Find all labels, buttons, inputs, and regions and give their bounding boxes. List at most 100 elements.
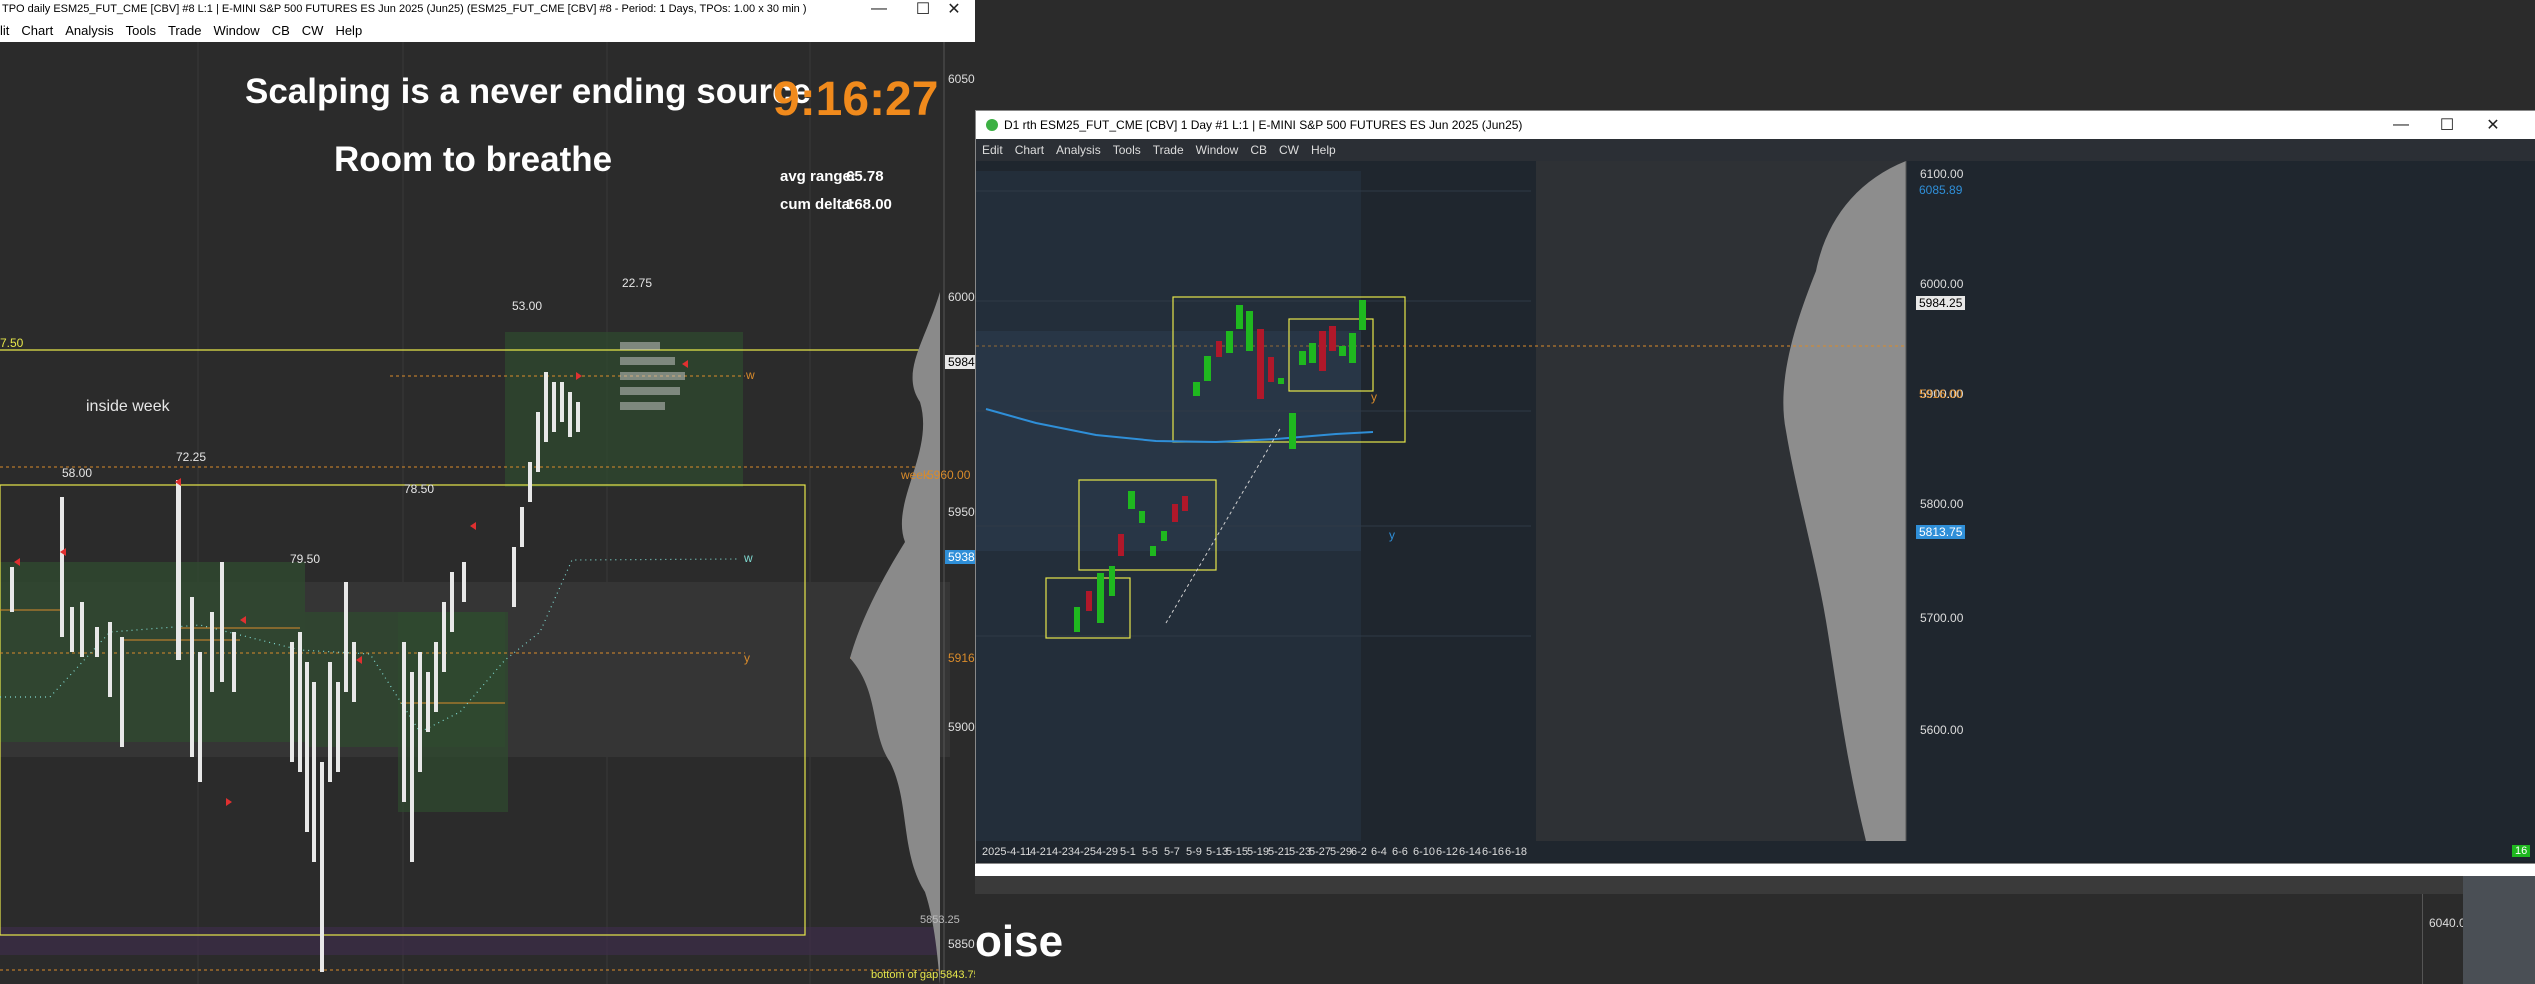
- range-label-53: 53.00: [512, 299, 543, 313]
- d1-minimize-button[interactable]: —: [2378, 111, 2424, 139]
- d1-blue-level-tag: 5813.75: [1916, 525, 1966, 539]
- background-chart-window: 6040.00 oise: [975, 862, 2535, 984]
- x-tick: 4-21: [1030, 846, 1053, 858]
- x-tick: 5-5: [1142, 846, 1158, 858]
- d1-price-tick-6100: 6100.00: [1920, 167, 1964, 181]
- d1-x-axis: 2025-4-11 4-21 4-23 4-25 4-29 5-1 5-5 5-…: [976, 844, 2535, 862]
- x-tick: 6-10: [1413, 846, 1436, 858]
- menu-window[interactable]: Window: [213, 23, 259, 38]
- d1-titlebar[interactable]: D1 rth ESM25_FUT_CME [CBV] 1 Day #1 L:1 …: [976, 111, 2535, 139]
- d1-chart-canvas[interactable]: [976, 161, 2535, 861]
- x-tick: 6-12: [1436, 846, 1459, 858]
- range-label-78: 78.50: [404, 482, 435, 496]
- tpo-window-title: TPO daily ESM25_FUT_CME [CBV] #8 L:1 | E…: [2, 3, 807, 15]
- tpo-titlebar[interactable]: TPO daily ESM25_FUT_CME [CBV] #8 L:1 | E…: [0, 0, 975, 18]
- avg-range-label: avg range:: [780, 168, 856, 185]
- current-price-tag: 5984.25: [945, 355, 975, 369]
- x-tick: 5-9: [1186, 846, 1202, 858]
- menu-tools[interactable]: Tools: [126, 23, 156, 38]
- range-label-58: 58.00: [62, 466, 93, 480]
- background-right-panel: [2463, 876, 2535, 984]
- x-tick: 5-19: [1247, 846, 1270, 858]
- d1-maximize-button[interactable]: ☐: [2424, 111, 2470, 139]
- d1-menu-trade[interactable]: Trade: [1153, 143, 1184, 157]
- price-tick-6000: 6000.00: [948, 290, 975, 304]
- d1-menu-analysis[interactable]: Analysis: [1056, 143, 1101, 157]
- x-tick: 5-13: [1206, 846, 1229, 858]
- d1-menu-tools[interactable]: Tools: [1113, 143, 1141, 157]
- tpo-window: TPO daily ESM25_FUT_CME [CBV] #8 L:1 | E…: [0, 0, 975, 984]
- corner-badge: 16: [2512, 845, 2531, 857]
- d1-menu-help[interactable]: Help: [1311, 143, 1336, 157]
- x-tick: 6-4: [1371, 846, 1387, 858]
- tpo-menubar: lit Chart Analysis Tools Trade Window CB…: [0, 18, 975, 42]
- gap-label: bottom of gap: [871, 969, 939, 981]
- price-tick-6050: 6050.00: [948, 72, 975, 86]
- d1-line-mark-y2: y: [1389, 528, 1395, 542]
- cum-delta-label: cum delta:: [780, 196, 856, 213]
- d1-menu-window[interactable]: Window: [1196, 143, 1239, 157]
- menu-cb[interactable]: CB: [272, 23, 290, 38]
- d1-menu-cb[interactable]: CB: [1250, 143, 1267, 157]
- x-tick: 5-27: [1309, 846, 1332, 858]
- gap-price-tag: 5843.75: [940, 969, 975, 981]
- background-chart-gap: [975, 862, 2535, 876]
- cum-delta-value: 168.00: [846, 196, 892, 213]
- price-tick-5950: 5950.00: [948, 505, 975, 519]
- x-tick: 6-18: [1505, 846, 1528, 858]
- d1-menubar: Edit Chart Analysis Tools Trade Window C…: [976, 139, 2535, 161]
- menu-trade[interactable]: Trade: [168, 23, 201, 38]
- background-axis-line: [2422, 894, 2423, 984]
- y-level-tag: 5916.00: [948, 651, 975, 665]
- week-price-tag: 5960.00: [927, 468, 971, 482]
- price-tick-5850: 5850.00: [948, 937, 975, 951]
- line-mark-y: y: [744, 651, 750, 665]
- inside-week-annotation: inside week: [86, 398, 170, 415]
- d1-current-price-tag: 5984.25: [1916, 296, 1966, 310]
- menu-help[interactable]: Help: [335, 23, 362, 38]
- blue-level-tag: 5938.90: [945, 550, 975, 564]
- clock: 9:16:27: [773, 73, 939, 126]
- d1-price-tick-5800: 5800.00: [1920, 497, 1964, 511]
- price-tick-5900: 5900.00: [948, 720, 975, 734]
- d1-menu-edit[interactable]: Edit: [982, 143, 1003, 157]
- x-tick: 6-16: [1482, 846, 1505, 858]
- background-partial-text: oise: [975, 917, 1064, 966]
- line-mark-w1: w: [746, 368, 755, 382]
- minimize-button[interactable]: —: [856, 0, 902, 18]
- range-label-72: 72.25: [176, 450, 207, 464]
- x-tick: 4-25: [1074, 846, 1097, 858]
- d1-price-tick-6000: 6000.00: [1920, 277, 1964, 291]
- x-tick: 4-23: [1052, 846, 1075, 858]
- x-tick: 5-1: [1120, 846, 1136, 858]
- subheadline: Room to breathe: [334, 140, 613, 179]
- x-tick: 2025-4-11: [982, 846, 1032, 858]
- x-tick: 6-2: [1351, 846, 1367, 858]
- range-label-79: 79.50: [290, 552, 321, 566]
- low-price-tag: 5853.25: [920, 914, 960, 926]
- d1-price-tag-6085: 6085.89: [1919, 183, 1963, 197]
- x-tick: 5-23: [1289, 846, 1312, 858]
- d1-y-level-tag: 5916.00: [1919, 387, 1963, 401]
- d1-price-tick-5700: 5700.00: [1920, 611, 1964, 625]
- x-tick: 5-29: [1330, 846, 1353, 858]
- range-label-partial: 7.50: [0, 336, 24, 350]
- x-tick: 4-29: [1096, 846, 1119, 858]
- menu-analysis[interactable]: Analysis: [65, 23, 113, 38]
- x-tick: 6-6: [1392, 846, 1408, 858]
- background-divider: [975, 876, 2535, 894]
- line-mark-w2: w: [744, 551, 753, 565]
- close-button[interactable]: ✕: [934, 0, 974, 18]
- d1-menu-chart[interactable]: Chart: [1015, 143, 1044, 157]
- menu-chart[interactable]: Chart: [21, 23, 53, 38]
- d1-app-icon: [986, 119, 998, 131]
- menu-cw[interactable]: CW: [302, 23, 324, 38]
- d1-close-button[interactable]: ✕: [2470, 111, 2516, 139]
- d1-menu-cw[interactable]: CW: [1279, 143, 1299, 157]
- range-label-22: 22.75: [622, 276, 653, 290]
- headline: Scalping is a never ending source: [245, 72, 812, 111]
- d1-line-mark-y1: y: [1371, 390, 1377, 404]
- x-tick: 5-7: [1164, 846, 1180, 858]
- menu-edit[interactable]: lit: [0, 23, 9, 38]
- d1-price-tick-5600: 5600.00: [1920, 723, 1964, 737]
